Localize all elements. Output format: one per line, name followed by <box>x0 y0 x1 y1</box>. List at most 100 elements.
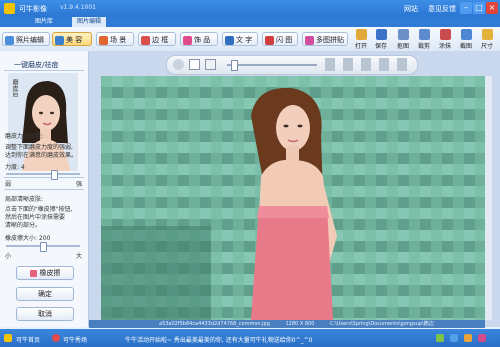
accessory-button[interactable]: 饰 品 <box>180 32 218 46</box>
button-label: 橡皮擦 <box>39 269 61 277</box>
button-label: 边 框 <box>152 36 169 44</box>
text-icon <box>225 35 234 45</box>
button-label: 照片编辑 <box>16 36 44 44</box>
actual-size-icon[interactable] <box>205 59 216 70</box>
photo-edit-icon <box>5 35 14 45</box>
tray-icon[interactable] <box>436 334 444 342</box>
button-label: 多图拼贴 <box>316 36 344 44</box>
home-link[interactable]: 可牛首页 <box>16 335 40 344</box>
app-version: v1.9.4.1001 <box>60 4 96 11</box>
cutout-button[interactable]: 抠图 <box>394 29 412 50</box>
title-bar: 可牛影像 v1.9.4.1001 网站 意见反馈 – □ × <box>0 0 500 17</box>
button-label: 文 字 <box>236 36 253 44</box>
divider <box>4 189 84 190</box>
status-bar: 可牛首页 可牛秀场 牛牛活动开始啦~ 秀出最美最美的你, 还有大量可牛礼物送给你… <box>0 329 500 347</box>
text-button[interactable]: 文 字 <box>222 32 258 46</box>
undo-icon[interactable] <box>343 58 353 71</box>
tool-label: 抠图 <box>396 43 409 50</box>
eraser-size-slider[interactable] <box>6 242 80 252</box>
flash-image-icon <box>265 35 274 45</box>
image-dimensions: 1280 X 800 <box>285 321 315 327</box>
close-icon[interactable]: × <box>486 2 498 14</box>
ok-button[interactable]: 确定 <box>16 287 74 301</box>
button-label: 确定 <box>38 290 52 298</box>
show-link[interactable]: 可牛秀场 <box>63 335 87 344</box>
button-label: 闪 图 <box>276 36 293 44</box>
size-button[interactable]: 尺寸 <box>478 29 496 50</box>
scene-button[interactable]: 场 景 <box>96 32 134 46</box>
restore-icon[interactable] <box>379 58 389 71</box>
strength-slider-handle[interactable] <box>51 170 59 180</box>
flash-image-button[interactable]: 闪 图 <box>262 32 298 46</box>
image-info-bar: a53a02f5b84ca4433d2d74768_common.jpg 128… <box>89 320 485 328</box>
tool-label: 尺寸 <box>480 43 493 50</box>
eraser-title: 局部清晰皮肤: <box>5 196 44 203</box>
tray-icon[interactable] <box>478 334 486 342</box>
photo-edit-button[interactable]: 照片编辑 <box>2 32 50 46</box>
eraser-icon <box>29 269 37 277</box>
collage-button[interactable]: 多图拼贴 <box>302 32 348 46</box>
main-toolbar: 照片编辑 美 容 场 景 边 框 饰 品 文 字 闪 图 多图拼贴 打开 保存 … <box>0 27 500 52</box>
minimize-icon[interactable]: – <box>460 2 472 14</box>
status-message: 牛牛活动开始啦~ 秀出最美最美的你, 还有大量可牛礼物送给你0^_^0 <box>125 337 313 344</box>
feedback-link[interactable]: 意见反馈 <box>428 4 456 14</box>
app-title: 可牛影像 <box>19 5 47 13</box>
resize-icon <box>481 29 493 40</box>
save-icon <box>375 29 387 40</box>
strength-desc-2: 达到你在满意的磨皮效果。 <box>5 152 78 159</box>
panel-heading: 一键磨皮/祛痘 <box>14 61 59 69</box>
tab-image-edit[interactable]: 图片编辑 <box>72 17 107 27</box>
scene-icon <box>99 35 108 45</box>
tab-image-library[interactable]: 图片库 <box>30 17 58 27</box>
frame-icon <box>141 35 150 45</box>
accessory-icon <box>183 35 192 45</box>
page-tabs: 图片库 图片编辑 <box>0 17 500 27</box>
image-filename: a53a02f5b84ca4433d2d74768_common.jpg <box>159 321 270 327</box>
vertical-scrollbar[interactable] <box>485 76 492 320</box>
beauty-button[interactable]: 美 容 <box>52 32 92 46</box>
tool-label: 打开 <box>354 43 367 50</box>
tool-label: 保存 <box>374 43 387 50</box>
tray-icon[interactable] <box>450 334 458 342</box>
open-button[interactable]: 打开 <box>352 29 370 50</box>
save-button[interactable]: 保存 <box>372 29 390 50</box>
eraser-button[interactable]: 橡皮擦 <box>16 266 74 280</box>
maximize-icon[interactable]: □ <box>473 2 485 14</box>
fit-window-icon[interactable] <box>189 59 200 70</box>
scale-low-label: 弱 <box>5 181 12 188</box>
scale-high-label: 强 <box>76 181 83 188</box>
tray-icon[interactable] <box>464 334 472 342</box>
eraser-size-label: 橡皮擦大小: 200 <box>5 235 51 242</box>
strength-slider[interactable] <box>6 170 80 180</box>
smear-button[interactable]: 涂抹 <box>436 29 454 50</box>
preview-icon[interactable] <box>397 58 407 71</box>
tool-label: 截图 <box>459 43 472 50</box>
size-large-label: 大 <box>76 253 83 260</box>
crop-button[interactable]: 裁剪 <box>415 29 433 50</box>
cancel-button[interactable]: 取消 <box>16 307 74 321</box>
tool-label: 涂抹 <box>438 43 451 50</box>
beauty-panel: 一键磨皮/祛痘 磨皮后 磨皮力度调整: 调整下面磨皮力度的强弱, 达到你在满意的… <box>0 51 89 327</box>
screenshot-button[interactable]: 截图 <box>457 29 475 50</box>
portrait-label: 磨皮后 <box>11 79 18 97</box>
crop-icon <box>418 29 430 40</box>
eraser-size-slider-handle[interactable] <box>40 242 47 252</box>
edited-photo <box>101 76 485 320</box>
website-link[interactable]: 网站 <box>404 4 418 14</box>
navigate-icon[interactable] <box>173 59 184 70</box>
frame-button[interactable]: 边 框 <box>138 32 176 46</box>
show-icon <box>52 334 60 342</box>
eraser-desc-3: 清晰的部分。 <box>5 222 42 229</box>
beauty-icon <box>55 35 64 45</box>
zoom-slider[interactable] <box>227 64 317 66</box>
image-path: C:\Users\Spring\Documents\gongsup\鹏边 <box>329 321 434 327</box>
redo-icon[interactable] <box>361 58 371 71</box>
folder-icon <box>355 29 367 40</box>
screenshot-icon <box>460 29 472 40</box>
zoom-slider-handle[interactable] <box>231 60 238 71</box>
collage-icon <box>305 35 314 45</box>
strength-label: 力度: 4 <box>5 164 25 171</box>
photo-canvas[interactable] <box>101 76 485 320</box>
compare-icon[interactable] <box>325 58 335 71</box>
home-icon <box>4 334 12 342</box>
